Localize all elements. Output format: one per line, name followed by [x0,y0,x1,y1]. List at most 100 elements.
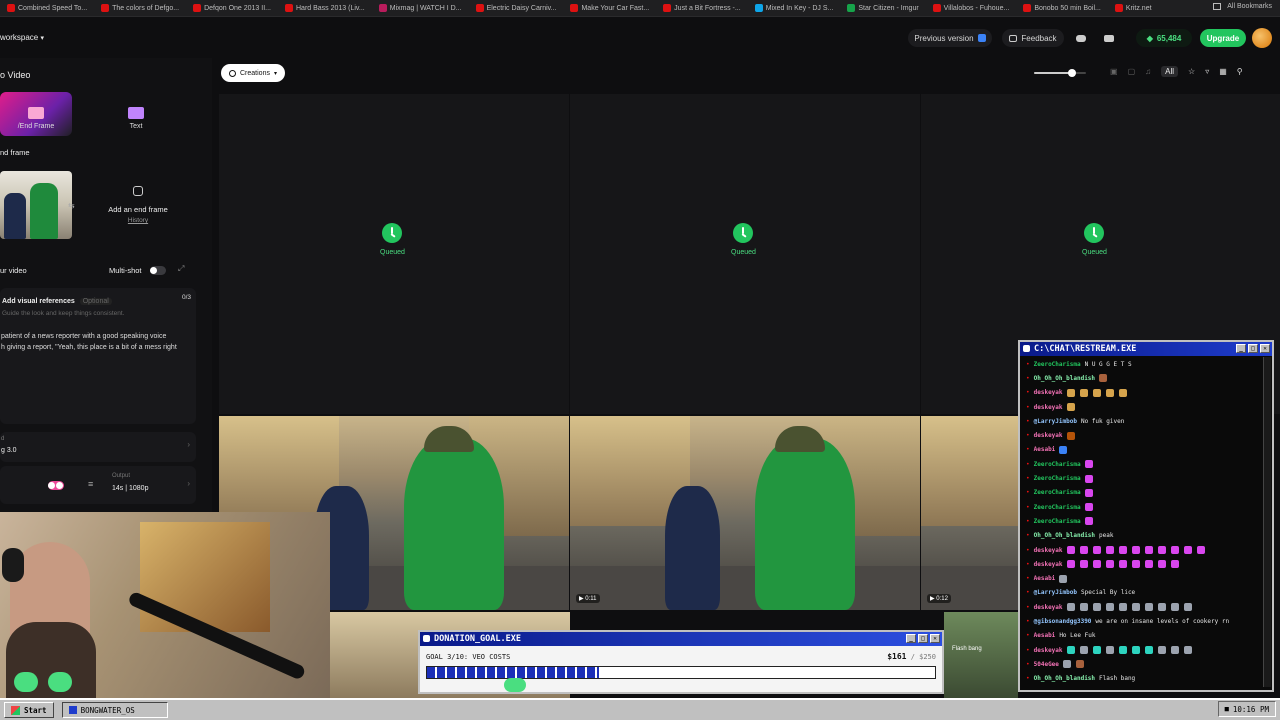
chat-emote-icon [1170,603,1179,612]
end-frame-heading: nd frame [0,148,30,157]
chat-username[interactable]: deskeyak [1034,561,1063,568]
zoom-slider-knob[interactable] [1067,69,1076,77]
chat-emote-icon [1118,388,1127,397]
chat-message: • deskeyak [1020,386,1272,400]
model-selector[interactable]: d g 3.0 › [0,432,196,462]
close-button[interactable]: ✕ [930,634,940,643]
chat-window[interactable]: C:\CHAT\RESTREAM.EXE _ □ ✕ • ZeeroCharism… [1018,340,1274,692]
bookmark-item[interactable]: Combined Speed To... [0,4,94,12]
chat-username[interactable]: deskeyak [1034,404,1063,411]
donation-title-bar[interactable]: DONATION_GOAL.EXE _ □ ✕ [420,632,942,646]
star-icon[interactable]: ☆ [1188,67,1195,76]
grid-icon[interactable]: ▦ [1219,67,1227,76]
chat-username[interactable]: Oh_Oh_Oh_blandish [1034,675,1095,682]
video-thumbnail[interactable]: ▶ 0:11 [570,416,920,610]
bookmark-item[interactable]: Star Citizen - Imgur [840,4,925,12]
chat-username[interactable]: deskeyak [1034,647,1063,654]
chat-title-bar[interactable]: C:\CHAT\RESTREAM.EXE _ □ ✕ [1020,342,1272,356]
start-button[interactable]: Start [4,702,54,718]
upgrade-button[interactable]: Upgrade [1200,29,1246,47]
audio-filter-icon[interactable]: ♫ [1145,67,1151,76]
chat-username[interactable]: Aesabi [1034,575,1056,582]
chat-username[interactable]: ZeeroCharisma [1034,461,1081,468]
youtube-button[interactable] [1100,29,1118,47]
chat-scrollbar[interactable] [1263,357,1271,687]
chat-username[interactable]: @gibsonandgg3390 [1034,618,1092,625]
output-settings[interactable]: ≡ Output 14s | 1080p › [0,466,196,504]
chat-username[interactable]: Aesabi [1034,632,1056,639]
avatar[interactable] [1252,28,1272,48]
chat-username[interactable]: @LarryJimbob [1034,589,1077,596]
bookmark-item[interactable]: Hard Bass 2013 (Liv... [278,4,372,12]
previous-version-button[interactable]: Previous version [908,29,992,47]
checkbox-icon [977,34,986,42]
history-link[interactable]: History [128,217,148,224]
swap-frames-icon[interactable]: ⇆ [68,201,75,210]
bookmark-item[interactable]: Mixed In Key - DJ S... [748,4,841,12]
bookmark-item[interactable]: Electric Daisy Carniv... [469,4,564,12]
goal-progress-fill [427,667,600,678]
output-value: 14s | 1080p [112,485,149,492]
chat-username[interactable]: deskeyak [1034,432,1063,439]
minimize-button[interactable]: _ [1236,344,1246,353]
chat-username[interactable]: deskeyak [1034,604,1063,611]
maximize-button[interactable]: □ [918,634,928,643]
zoom-slider[interactable] [1034,69,1086,77]
bookmark-item[interactable]: The colors of Defgo... [94,4,186,12]
video-thumbnail[interactable]: ▶ 0:12 [921,416,1018,610]
chat-username[interactable]: deskeyak [1034,547,1063,554]
chat-username[interactable]: 504eGee [1034,661,1059,668]
sliders-icon[interactable]: ≡ [88,479,93,489]
chat-username[interactable]: ZeeroCharisma [1034,489,1081,496]
workspace-selector[interactable]: workspace ▾ [0,33,44,42]
tab-text[interactable]: Text [100,92,172,136]
chat-emote-icon [1131,560,1140,569]
chat-username[interactable]: @LarryJimbob [1034,418,1077,425]
expand-icon[interactable]: ⤢ [178,264,184,274]
chat-username[interactable]: ZeeroCharisma [1034,504,1081,511]
bookmark-favicon-icon [475,4,484,12]
prompt-card[interactable]: Add visual references Optional 0/3 Guide… [0,288,196,424]
bookmark-item[interactable]: Make Your Car Fast... [563,4,656,12]
creations-dropdown[interactable]: Creations ▾ [221,64,285,82]
bookmark-item[interactable]: Kritz.net [1108,4,1159,12]
all-bookmarks-button[interactable]: All Bookmarks [1213,3,1272,10]
feedback-button[interactable]: Feedback [1002,29,1064,47]
bookmark-item[interactable]: Mixmag | WATCH I D... [372,4,469,12]
bookmark-item[interactable]: Defqon One 2013 II... [186,4,278,12]
chat-emote-icon [1118,646,1127,655]
start-frame-thumbnail[interactable] [0,171,72,239]
chat-username[interactable]: Oh_Oh_Oh_blandish [1034,375,1095,382]
multi-shot-toggle[interactable] [150,266,166,275]
video-thumbnail[interactable]: Flash bang [944,612,1018,698]
bookmark-item[interactable]: Villalobos - Fuhoue... [926,4,1017,12]
visual-refs-row[interactable]: Add visual references Optional [2,298,112,305]
chat-username[interactable]: ZeeroCharisma [1034,475,1081,482]
donation-goal-window[interactable]: DONATION_GOAL.EXE _ □ ✕ GOAL 3/10: VEO C… [418,630,944,694]
chat-emote-icon [1118,546,1127,554]
discord-button[interactable] [1072,29,1090,47]
image-filter-icon[interactable]: ▣ [1110,67,1118,76]
add-end-frame-slot[interactable]: Add an end frame History [78,171,198,239]
bookmark-item[interactable]: Just a Bit Fortress -... [656,4,748,12]
chat-username[interactable]: Oh_Oh_Oh_blandish [1034,532,1095,539]
filter-icon[interactable]: ▿ [1205,67,1209,76]
video-filter-icon[interactable]: ▢ [1128,67,1136,76]
tab-start-end-frame[interactable]: /End Frame [0,92,72,136]
chat-username[interactable]: ZeeroCharisma [1034,361,1081,368]
chat-username[interactable]: deskeyak [1034,389,1063,396]
platform-icon: • [1026,432,1030,440]
close-button[interactable]: ✕ [1260,344,1270,353]
system-clock[interactable]: ■ 10:16 PM [1217,701,1276,717]
credits-badge[interactable]: ◆ 65,484 [1136,29,1192,47]
minimize-button[interactable]: _ [906,634,916,643]
chat-username[interactable]: Aesabi [1034,446,1056,453]
maximize-button[interactable]: □ [1248,344,1258,353]
search-icon[interactable]: ⚲ [1237,67,1243,76]
audio-toggle[interactable] [48,481,64,490]
chevron-down-icon: ▾ [273,70,277,77]
bookmark-item[interactable]: Bonobo 50 min Boil... [1016,4,1108,12]
chat-username[interactable]: ZeeroCharisma [1034,518,1081,525]
taskbar-app-bongwater[interactable]: BONGWATER_OS [61,702,168,718]
all-filter-button[interactable]: All [1161,66,1179,77]
